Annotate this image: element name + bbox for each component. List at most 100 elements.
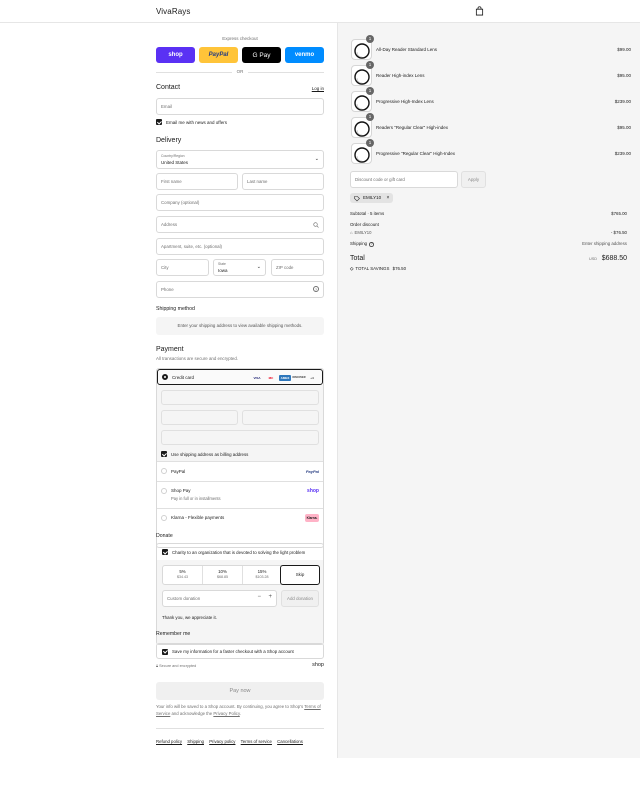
card-details-panel: Use shipping address as billing address <box>157 385 323 461</box>
first-name-field[interactable]: First name <box>156 173 238 190</box>
donation-amount: $103.28 <box>255 575 269 579</box>
payment-subtitle: All transactions are secure and encrypte… <box>156 356 239 361</box>
venmo-button[interactable]: venmo <box>285 47 324 63</box>
donation-5-option[interactable]: 5% $34.43 <box>163 569 202 579</box>
shop-pay-subtitle: Pay in full or in installments <box>171 496 221 501</box>
quantity-badge: 1 <box>366 139 374 147</box>
klarna-option-label[interactable]: Klarna - Flexible payments <box>171 515 224 520</box>
savings-value: $76.50 <box>392 266 407 271</box>
address-field[interactable]: Address <box>156 216 324 233</box>
subtotal-value: $765.00 <box>611 211 627 216</box>
save-info-checkbox[interactable] <box>162 648 168 655</box>
disclaimer-text: and acknowledge the <box>171 710 213 716</box>
express-checkout-title: Express checkout <box>222 36 258 41</box>
discover-logo: DISCOVER <box>292 376 306 379</box>
line-item: 1 Progressive High-Index Lens $239.00 <box>351 87 631 115</box>
privacy-link[interactable]: Privacy Policy <box>213 711 239 716</box>
donation-amount: $68.85 <box>217 575 228 579</box>
card-name-field[interactable] <box>161 430 319 445</box>
charity-label: Charity to an organization that is devot… <box>172 550 306 555</box>
discount-code-input[interactable]: Discount code or gift card <box>350 171 458 188</box>
savings-label: TOTAL SAVINGS <box>355 266 390 271</box>
donation-pct: 15% <box>257 569 267 574</box>
paypal-button[interactable]: PayPal <box>199 47 238 63</box>
help-icon[interactable]: ? <box>369 242 374 247</box>
custom-donation-placeholder: Custom donation <box>167 596 201 601</box>
newsletter-label: Email me with news and offers <box>166 120 227 125</box>
donation-pct: 5% <box>179 569 186 574</box>
amex-logo: AMEX <box>279 374 291 381</box>
quantity-badge: 1 <box>366 113 374 121</box>
last-name-field[interactable]: Last name <box>242 173 324 190</box>
donation-10-option[interactable]: 10% $68.85 <box>203 569 242 579</box>
country-select[interactable]: Country/Region United States ⌄ <box>156 150 324 169</box>
increment-button[interactable]: + <box>268 594 272 600</box>
paypal-option-label[interactable]: PayPal <box>171 469 185 474</box>
help-icon[interactable]: ? <box>313 286 319 292</box>
apply-button[interactable]: Apply <box>461 171 486 188</box>
more-cards-badge: +4 <box>310 375 314 380</box>
shop-logo: shop <box>312 662 324 668</box>
billing-same-label: Use shipping address as billing address <box>171 452 249 457</box>
top-bar: VivaRays <box>0 0 640 23</box>
product-price: $239.00 <box>614 151 631 156</box>
bag-icon[interactable] <box>475 6 484 16</box>
footer-links: Refund policy Shipping Privacy policy Te… <box>156 739 303 744</box>
product-name: All-Day Reader Standard Lens <box>376 47 438 52</box>
add-donation-button[interactable]: Add donation <box>281 590 319 607</box>
shop-pay-button[interactable]: shop <box>156 47 195 63</box>
card-cvv-field[interactable] <box>242 410 319 425</box>
pay-now-button[interactable]: Pay now <box>156 682 324 700</box>
divider <box>157 461 323 462</box>
paypal-logo: PayPal <box>305 469 319 474</box>
contact-heading: Contact <box>156 84 181 91</box>
billing-same-checkbox[interactable] <box>161 451 167 457</box>
shop-pay-option-label[interactable]: Shop Pay <box>171 488 191 493</box>
donation-options: 5% $34.43 10% $68.85 15% $103.28 Skip <box>162 565 320 585</box>
remove-discount-icon[interactable]: × <box>386 195 389 201</box>
card-number-field[interactable] <box>161 390 319 405</box>
credit-card-radio[interactable] <box>162 374 168 380</box>
shipping-method-notice: Enter your shipping address to view avai… <box>156 317 324 335</box>
order-discount-label: Order discount <box>350 222 379 227</box>
refund-policy-link[interactable]: Refund policy <box>156 739 182 744</box>
login-link[interactable]: Log in <box>312 86 324 91</box>
secure-note-text: Secure and encrypted <box>159 664 197 668</box>
donation-skip-option[interactable]: Skip <box>280 565 320 585</box>
custom-donation-field[interactable]: Custom donation − + <box>162 590 277 607</box>
paypal-radio[interactable] <box>161 468 167 474</box>
city-field[interactable]: City <box>156 259 209 276</box>
store-brand[interactable]: VivaRays <box>156 7 190 16</box>
shop-pay-radio[interactable] <box>161 488 167 494</box>
zip-field[interactable]: ZIP code <box>271 259 324 276</box>
apartment-field[interactable]: Apartment, suite, etc. (optional) <box>156 238 324 255</box>
donation-15-option[interactable]: 15% $103.28 <box>243 569 281 579</box>
google-pay-button[interactable]: G Pay <box>242 47 281 63</box>
phone-field[interactable]: Phone ? <box>156 281 324 298</box>
company-field[interactable]: Company (optional) <box>156 194 324 211</box>
line-item: 1 Progressive "Regular Clear" High-Index… <box>351 139 631 167</box>
cancellations-link[interactable]: Cancellations <box>277 739 303 744</box>
chevron-down-icon: ⌄ <box>256 264 261 270</box>
email-field[interactable]: Email <box>156 98 324 115</box>
newsletter-checkbox[interactable] <box>156 119 162 125</box>
donate-panel: Charity to an organization that is devot… <box>156 543 324 645</box>
applied-discount-code: ⌂ EMILY10 <box>350 230 371 235</box>
credit-card-label: Credit card <box>172 375 195 380</box>
decrement-button[interactable]: − <box>257 594 261 600</box>
subtotal-label: Subtotal · 5 items <box>350 211 385 216</box>
terms-of-service-link[interactable]: Terms of service <box>241 739 272 744</box>
shipping-link[interactable]: Shipping <box>187 739 204 744</box>
divider <box>157 508 323 509</box>
privacy-policy-link[interactable]: Privacy policy <box>209 739 235 744</box>
search-icon <box>313 222 319 228</box>
klarna-radio[interactable] <box>161 515 167 521</box>
quantity-badge: 1 <box>366 35 374 43</box>
charity-checkbox[interactable] <box>162 549 168 555</box>
discount-chip-label: EMILY10 <box>363 195 382 200</box>
card-expiry-field[interactable] <box>161 410 238 425</box>
shipping-label: Shipping ? <box>350 241 374 247</box>
state-select[interactable]: State Iowa ⌄ <box>213 259 266 276</box>
chevron-down-icon: ⌄ <box>314 156 319 162</box>
credit-card-option[interactable]: Credit card VISA MC AMEX DISCOVER +4 <box>157 369 323 385</box>
